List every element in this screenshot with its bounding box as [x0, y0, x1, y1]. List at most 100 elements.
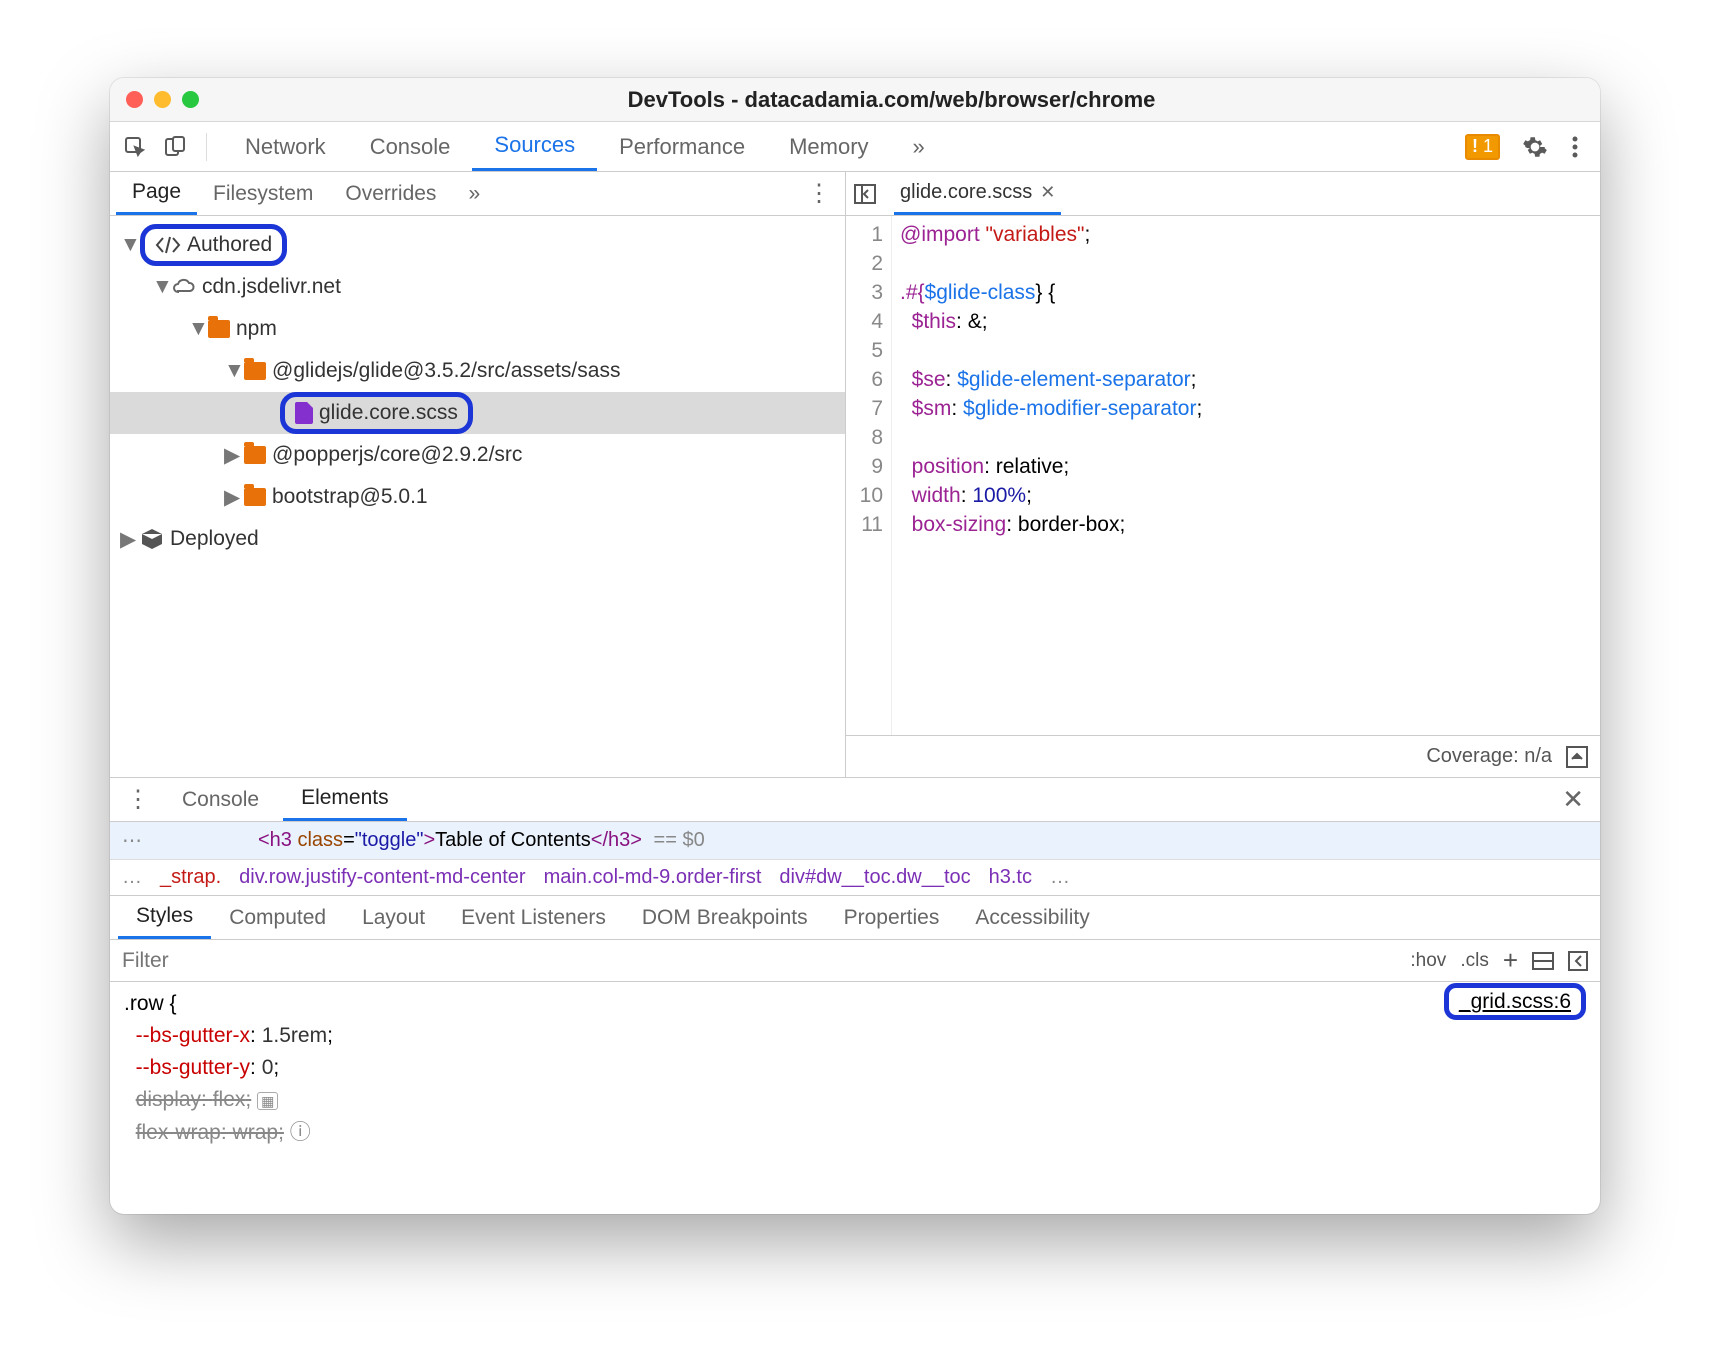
chevron-right-icon: ▶	[224, 443, 240, 468]
editor-pane: glide.core.scss ✕ 1 2 3 4 5 6 7 8 9 10 1…	[846, 172, 1600, 777]
navigator-tab-overrides[interactable]: Overrides	[329, 172, 452, 215]
sidebar-toggle-icon[interactable]	[1568, 951, 1588, 971]
drawer: ⋮ Console Elements ✕ ⋯ <h3 class="toggle…	[110, 778, 1600, 1214]
navigator-tab-page[interactable]: Page	[116, 172, 197, 215]
tree-glide-path-label: @glidejs/glide@3.5.2/src/assets/sass	[272, 359, 620, 383]
styles-tab-properties[interactable]: Properties	[826, 896, 958, 939]
close-window-button[interactable]	[126, 91, 143, 108]
cls-toggle[interactable]: .cls	[1460, 950, 1489, 972]
tab-console[interactable]: Console	[348, 122, 473, 171]
chevron-right-icon: ▶	[120, 527, 136, 552]
hov-toggle[interactable]: :hov	[1410, 950, 1446, 972]
navigator-kebab-icon[interactable]: ⋮	[807, 179, 831, 208]
window-title: DevTools - datacadamia.com/web/browser/c…	[199, 87, 1584, 113]
tree-authored[interactable]: ▼ Authored	[110, 224, 845, 266]
tree-glide-path[interactable]: ▼ @glidejs/glide@3.5.2/src/assets/sass	[110, 350, 845, 392]
warning-icon: !	[1472, 136, 1478, 157]
line-gutter: 1 2 3 4 5 6 7 8 9 10 11	[846, 216, 892, 735]
folder-icon	[244, 446, 266, 464]
folder-icon	[208, 320, 230, 338]
tree-cdn-label: cdn.jsdelivr.net	[202, 275, 341, 299]
styles-tab-dom-breakpoints[interactable]: DOM Breakpoints	[624, 896, 826, 939]
source-link-highlight: _grid.scss:6	[1444, 983, 1586, 1020]
tree-glide-file[interactable]: glide.core.scss	[110, 392, 845, 434]
coverage-bar: Coverage: n/a	[846, 735, 1600, 777]
expand-up-icon[interactable]	[1566, 746, 1588, 768]
chevron-down-icon: ▼	[188, 317, 204, 341]
editor-tab-label: glide.core.scss	[900, 181, 1032, 204]
tree-deployed[interactable]: ▶ Deployed	[110, 518, 845, 560]
dom-ellipsis: ⋯	[122, 828, 142, 853]
device-toggle-icon[interactable]	[160, 132, 190, 162]
tree-popper[interactable]: ▶ @popperjs/core@2.9.2/src	[110, 434, 845, 476]
panel-tabs: Network Console Sources Performance Memo…	[223, 122, 947, 171]
minimize-window-button[interactable]	[154, 91, 171, 108]
close-tab-icon[interactable]: ✕	[1040, 182, 1055, 203]
styles-tab-computed[interactable]: Computed	[211, 896, 344, 939]
dom-breadcrumb[interactable]: … _strap. div.row.justify-content-md-cen…	[110, 860, 1600, 896]
styles-filter-input[interactable]	[122, 949, 1396, 973]
folder-icon	[244, 362, 266, 380]
navigator-pane: Page Filesystem Overrides » ⋮ ▼ Authored…	[110, 172, 846, 777]
rule-selector: .row {	[124, 988, 1586, 1020]
kebab-menu-icon[interactable]	[1560, 132, 1590, 162]
drawer-tab-elements[interactable]: Elements	[283, 778, 407, 821]
computed-panel-icon[interactable]	[1532, 952, 1554, 970]
styles-tab-event-listeners[interactable]: Event Listeners	[443, 896, 624, 939]
chevron-right-icon: ▶	[224, 485, 240, 510]
maximize-window-button[interactable]	[182, 91, 199, 108]
dom-selected-line[interactable]: ⋯ <h3 class="toggle">Table of Contents</…	[110, 822, 1600, 860]
tree-npm-label: npm	[236, 317, 277, 341]
chevron-down-icon: ▼	[120, 233, 136, 257]
drawer-close-icon[interactable]: ✕	[1554, 784, 1592, 815]
sources-panel: Page Filesystem Overrides » ⋮ ▼ Authored…	[110, 172, 1600, 778]
tree-popper-label: @popperjs/core@2.9.2/src	[272, 443, 522, 467]
tab-network[interactable]: Network	[223, 122, 348, 171]
drawer-kebab-icon[interactable]: ⋮	[118, 785, 158, 814]
rule-source-link[interactable]: _grid.scss:6	[1444, 986, 1586, 1018]
editor-tabs: glide.core.scss ✕	[846, 172, 1600, 216]
code-editor[interactable]: 1 2 3 4 5 6 7 8 9 10 11 @import "variabl…	[846, 216, 1600, 735]
traffic-lights	[126, 91, 199, 108]
pane-toggle-icon[interactable]	[854, 184, 876, 204]
tabs-overflow[interactable]: »	[891, 122, 947, 171]
scss-file-icon	[295, 402, 313, 424]
info-icon[interactable]: ⓘ	[290, 1121, 311, 1144]
chevron-down-icon: ▼	[152, 275, 168, 299]
tab-sources[interactable]: Sources	[472, 122, 597, 171]
file-tree: ▼ Authored ▼ cdn.jsdelivr.net ▼ npm	[110, 216, 845, 777]
tree-bootstrap-label: bootstrap@5.0.1	[272, 485, 428, 509]
navigator-tab-filesystem[interactable]: Filesystem	[197, 172, 329, 215]
authored-label: Authored	[187, 233, 272, 257]
tree-npm[interactable]: ▼ npm	[110, 308, 845, 350]
tree-bootstrap[interactable]: ▶ bootstrap@5.0.1	[110, 476, 845, 518]
new-rule-icon[interactable]: +	[1503, 945, 1518, 976]
drawer-tab-console[interactable]: Console	[164, 778, 277, 821]
tree-glide-file-label: glide.core.scss	[319, 401, 458, 425]
titlebar: DevTools - datacadamia.com/web/browser/c…	[110, 78, 1600, 122]
tree-deployed-label: Deployed	[170, 527, 259, 551]
navigator-tabs-overflow[interactable]: »	[452, 172, 496, 215]
flex-badge-icon[interactable]: ▦	[257, 1092, 278, 1110]
divider	[206, 133, 207, 161]
styles-tab-layout[interactable]: Layout	[344, 896, 443, 939]
tree-cdn[interactable]: ▼ cdn.jsdelivr.net	[110, 266, 845, 308]
editor-tab-glide[interactable]: glide.core.scss ✕	[894, 172, 1061, 215]
styles-filter-row: :hov .cls +	[110, 940, 1600, 982]
settings-gear-icon[interactable]	[1520, 132, 1550, 162]
inspect-element-icon[interactable]	[120, 132, 150, 162]
styles-tab-styles[interactable]: Styles	[118, 896, 211, 939]
coverage-label: Coverage: n/a	[1426, 745, 1552, 768]
deployed-icon	[140, 528, 164, 550]
css-rule[interactable]: _grid.scss:6 .row { --bs-gutter-x: 1.5re…	[110, 982, 1600, 1155]
glide-file-highlight: glide.core.scss	[280, 392, 473, 434]
authored-highlight: Authored	[140, 224, 287, 266]
drawer-tabs: ⋮ Console Elements ✕	[110, 778, 1600, 822]
styles-tab-accessibility[interactable]: Accessibility	[957, 896, 1107, 939]
warnings-badge[interactable]: ! 1	[1465, 134, 1500, 160]
chevron-down-icon: ▼	[224, 359, 240, 383]
warning-count: 1	[1483, 136, 1493, 157]
tab-performance[interactable]: Performance	[597, 122, 767, 171]
tab-memory[interactable]: Memory	[767, 122, 890, 171]
devtools-window: DevTools - datacadamia.com/web/browser/c…	[110, 78, 1600, 1214]
